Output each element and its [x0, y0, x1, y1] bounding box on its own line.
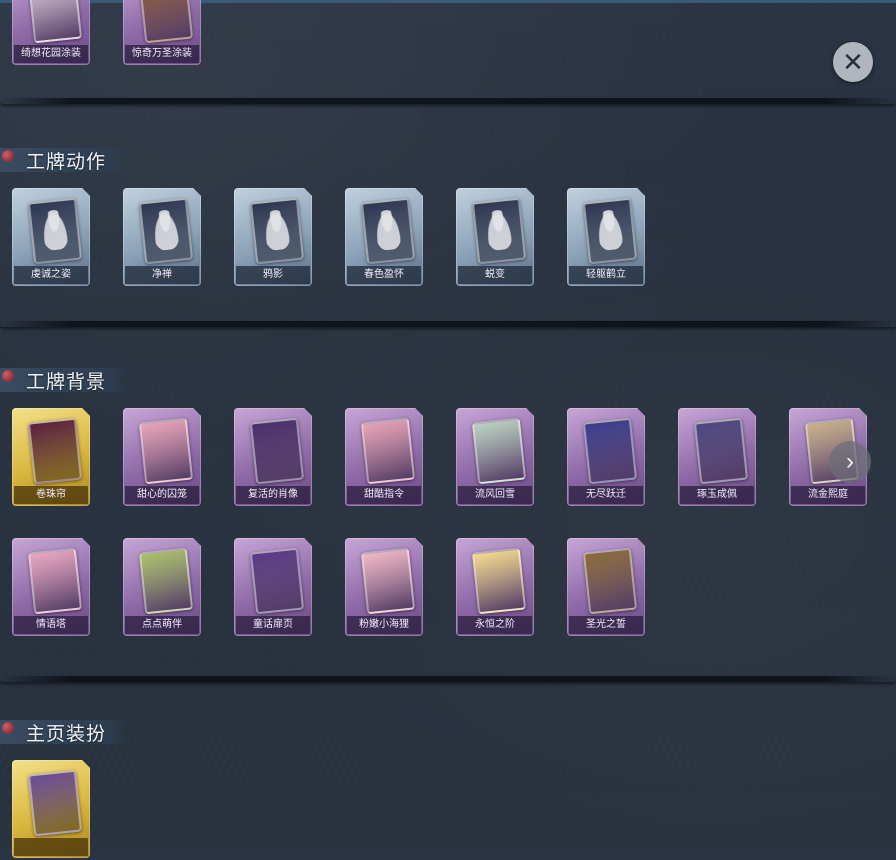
item-thumbnail — [693, 417, 749, 485]
item-card[interactable]: 复活的肖像 — [234, 408, 314, 508]
item-card[interactable]: 永恒之阶 — [456, 538, 536, 638]
item-label: 甜心的囚笼 — [125, 486, 199, 504]
figure-silhouette-icon — [372, 208, 403, 252]
item-card[interactable]: 春色盈怀 — [345, 188, 425, 288]
pose-thumbnail — [360, 197, 416, 265]
item-label: 无尽跃迁 — [569, 486, 643, 504]
item-thumbnail — [471, 417, 527, 485]
gem-icon — [2, 722, 14, 734]
section-title: 工牌动作 — [26, 151, 107, 173]
item-label: 流风回雪 — [458, 486, 532, 504]
item-label: 情语塔 — [14, 616, 88, 634]
item-label: 琢玉成佩 — [680, 486, 754, 504]
pose-thumbnail — [582, 197, 638, 265]
item-card[interactable]: 虔诚之姿 — [12, 188, 92, 288]
item-label: 虔诚之姿 — [14, 266, 88, 284]
section-divider — [0, 321, 896, 327]
figure-silhouette-icon — [39, 208, 70, 252]
pose-thumbnail — [249, 197, 305, 265]
item-thumbnail — [138, 417, 194, 485]
item-thumbnail — [360, 417, 416, 485]
item-label: 圣光之誓 — [569, 616, 643, 634]
item-thumbnail — [249, 417, 305, 485]
item-card[interactable]: 卷珠帘 — [12, 408, 92, 508]
item-label: 蜕变 — [458, 266, 532, 284]
item-label: 惊奇万圣涂装 — [125, 45, 199, 63]
section-header: 工牌动作 — [0, 146, 134, 174]
section-divider — [0, 98, 896, 104]
item-card[interactable]: 流风回雪 — [456, 408, 536, 508]
close-icon: ✕ — [842, 47, 864, 77]
item-card[interactable] — [12, 760, 92, 860]
item-label: 童话扉页 — [236, 616, 310, 634]
section-title: 主页装扮 — [26, 723, 107, 745]
item-thumbnail — [360, 547, 416, 615]
item-card[interactable]: 无尽跃迁 — [567, 408, 647, 508]
section-divider — [0, 676, 896, 682]
figure-silhouette-icon — [594, 208, 625, 252]
item-label: 粉嫩小海狸 — [347, 616, 421, 634]
item-label: 复活的肖像 — [236, 486, 310, 504]
item-label: 流金熙庭 — [791, 486, 865, 504]
item-label: 绮想花园涂装 — [14, 45, 88, 63]
item-card[interactable]: 粉嫩小海狸 — [345, 538, 425, 638]
item-thumbnail — [27, 547, 83, 615]
item-label: 鸦影 — [236, 266, 310, 284]
item-card[interactable]: 惊奇万圣涂装 — [123, 0, 203, 67]
item-card[interactable]: 绮想花园涂装 — [12, 0, 92, 67]
gem-icon — [2, 150, 14, 162]
item-card[interactable]: 轻躯鹤立 — [567, 188, 647, 288]
item-label: 点点萌伴 — [125, 616, 199, 634]
chevron-right-icon: › — [846, 448, 854, 475]
item-label: 卷珠帘 — [14, 486, 88, 504]
figure-silhouette-icon — [261, 208, 292, 252]
item-card[interactable]: 情语塔 — [12, 538, 92, 638]
pose-thumbnail — [27, 197, 83, 265]
item-card[interactable]: 净禅 — [123, 188, 203, 288]
section-header: 工牌背景 — [0, 366, 134, 394]
item-thumbnail — [27, 769, 83, 837]
item-thumbnail — [138, 547, 194, 615]
pose-thumbnail — [471, 197, 527, 265]
item-thumbnail — [582, 547, 638, 615]
item-thumbnail — [27, 0, 83, 44]
item-card[interactable]: 圣光之誓 — [567, 538, 647, 638]
item-card[interactable]: 琢玉成佩 — [678, 408, 758, 508]
item-label: 春色盈怀 — [347, 266, 421, 284]
section-header: 主页装扮 — [0, 718, 134, 746]
item-thumbnail — [138, 0, 194, 44]
item-label: 轻躯鹤立 — [569, 266, 643, 284]
item-label: 永恒之阶 — [458, 616, 532, 634]
pose-thumbnail — [138, 197, 194, 265]
item-card[interactable]: 甜酷指令 — [345, 408, 425, 508]
item-card[interactable]: 蜕变 — [456, 188, 536, 288]
item-card[interactable]: 点点萌伴 — [123, 538, 203, 638]
item-thumbnail — [582, 417, 638, 485]
section-title: 工牌背景 — [26, 371, 107, 393]
next-page-button[interactable]: › — [829, 441, 871, 483]
item-thumbnail — [249, 547, 305, 615]
item-thumbnail — [471, 547, 527, 615]
item-card[interactable]: 童话扉页 — [234, 538, 314, 638]
gem-icon — [2, 370, 14, 382]
item-label: 甜酷指令 — [347, 486, 421, 504]
item-card[interactable]: 鸦影 — [234, 188, 314, 288]
figure-silhouette-icon — [483, 208, 514, 252]
item-card[interactable]: 甜心的囚笼 — [123, 408, 203, 508]
item-thumbnail — [27, 417, 83, 485]
item-label: 净禅 — [125, 266, 199, 284]
close-button[interactable]: ✕ — [833, 42, 873, 82]
item-label — [14, 838, 88, 856]
figure-silhouette-icon — [150, 208, 181, 252]
